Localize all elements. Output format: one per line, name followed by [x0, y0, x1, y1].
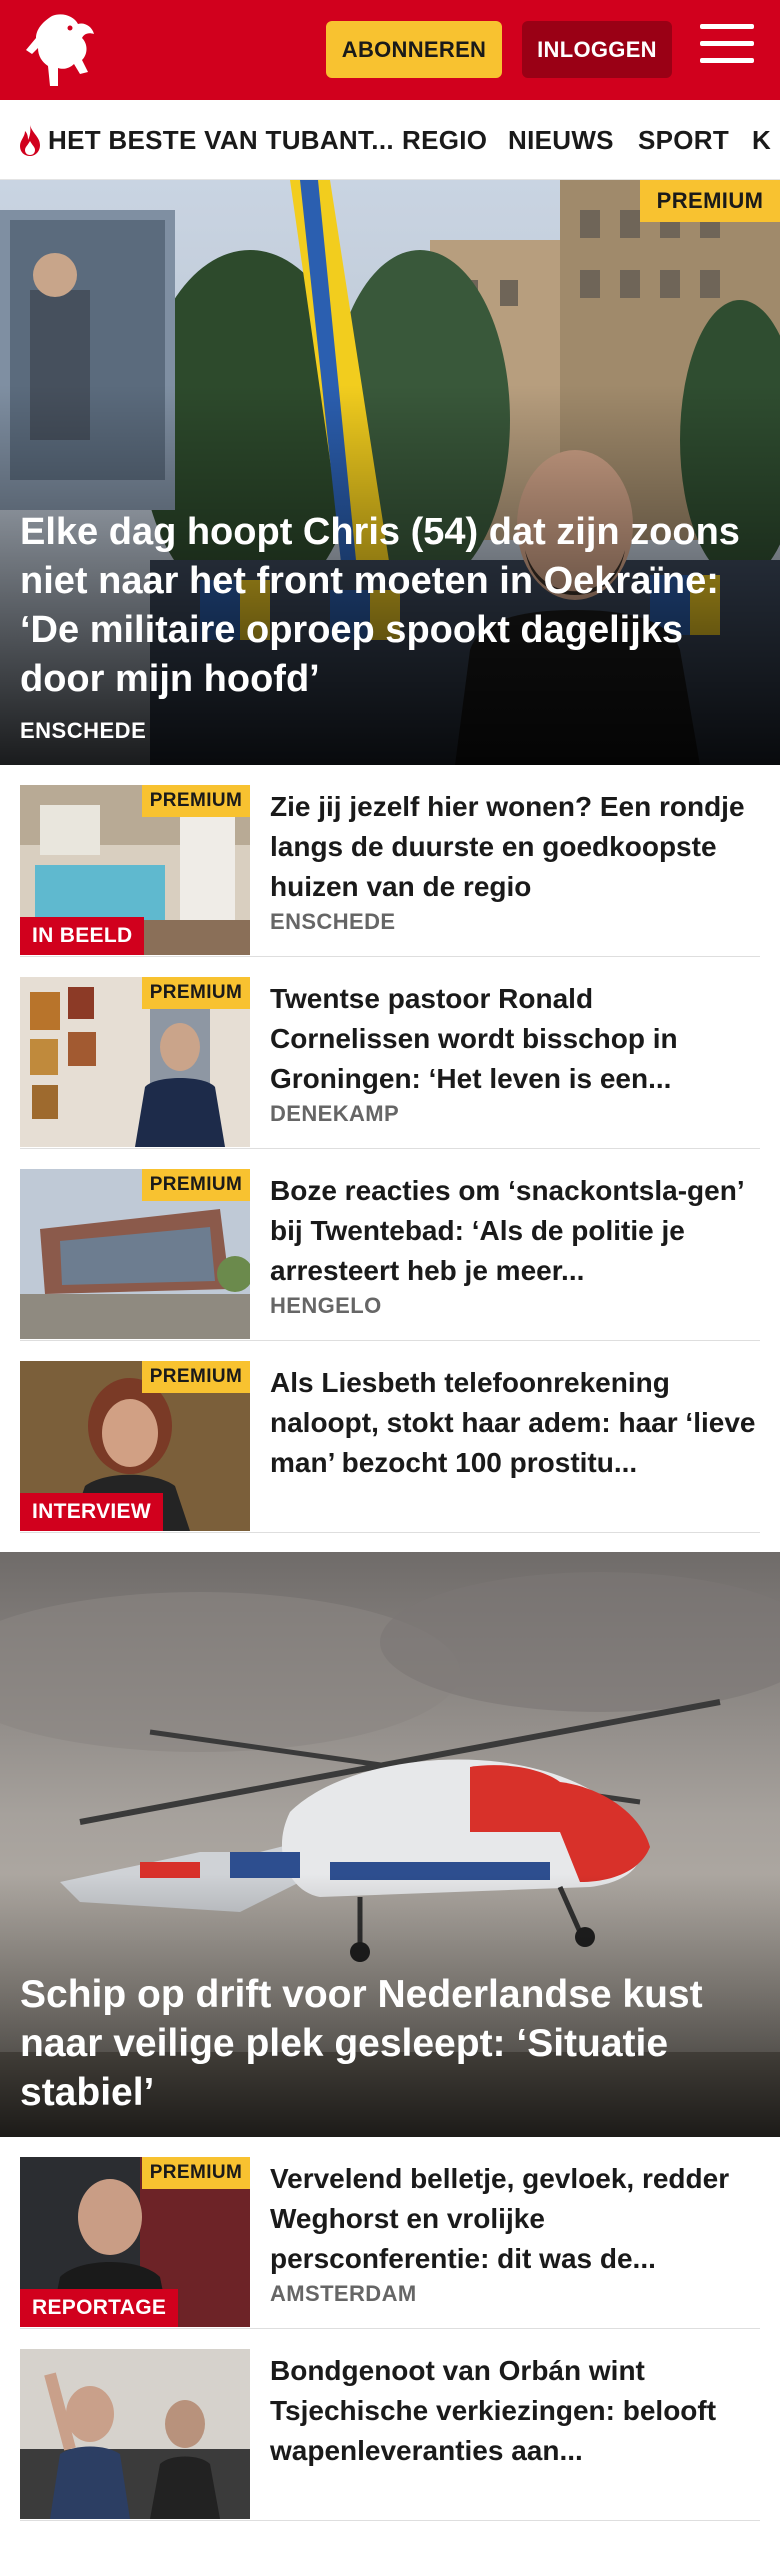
article-title[interactable]: Zie jij jezelf hier wonen? Een rondje la…: [270, 787, 760, 907]
premium-badge: PREMIUM: [142, 2157, 250, 2189]
top-bar: ABONNEREN INLOGGEN: [0, 0, 780, 100]
article-thumbnail: PREMIUM INTERVIEW: [20, 1361, 250, 1531]
article-location: HENGELO: [270, 1293, 382, 1318]
nav-label: K: [752, 124, 772, 155]
premium-badge: PREMIUM: [142, 785, 250, 817]
article-location: ENSCHEDE: [270, 909, 396, 934]
nav-label: REGIO: [402, 124, 488, 155]
featured-article[interactable]: Schip op drift voor Nederlandse kust naa…: [0, 1552, 780, 2137]
article-thumbnail: PREMIUM REPORTAGE: [20, 2157, 250, 2327]
interview-label: INTERVIEW: [20, 1493, 163, 1531]
article-title[interactable]: Bondgenoot van Orbán wint Tsjechische ve…: [270, 2351, 760, 2471]
premium-badge: PREMIUM: [640, 180, 780, 222]
nav-item-more[interactable]: K: [752, 100, 772, 179]
babis-election-image: [20, 2349, 250, 2519]
hero-article[interactable]: PREMIUM Elke dag hoopt Chris (54) dat zi…: [0, 180, 780, 765]
reportage-label: REPORTAGE: [20, 2289, 179, 2327]
article-title[interactable]: Als Liesbeth telefoonrekening naloopt, s…: [270, 1363, 760, 1483]
nav-item-regio[interactable]: REGIO: [402, 100, 488, 179]
subscribe-button[interactable]: ABONNEREN: [326, 21, 502, 78]
article-thumbnail: PREMIUM: [20, 977, 250, 1147]
article-thumbnail: PREMIUM IN BEELD: [20, 785, 250, 955]
article-thumbnail: PREMIUM: [20, 1169, 250, 1339]
premium-badge: PREMIUM: [142, 977, 250, 1009]
nav-item-sport[interactable]: SPORT: [638, 100, 730, 179]
list-item[interactable]: PREMIUM INTERVIEW Als Liesbeth telefoonr…: [20, 1341, 760, 1533]
nav-item-nieuws[interactable]: NIEUWS: [508, 100, 614, 179]
nav-item-best-of[interactable]: HET BESTE VAN TUBANT...: [16, 100, 394, 179]
article-location: DENEKAMP: [270, 1101, 400, 1126]
hero-title[interactable]: Elke dag hoopt Chris (54) dat zijn zoons…: [20, 508, 765, 704]
nav-label: HET BESTE VAN TUBANT...: [48, 124, 394, 155]
flame-icon: [20, 125, 40, 156]
tubantia-horse-logo[interactable]: [22, 10, 106, 92]
list-item[interactable]: PREMIUM IN BEELD Zie jij jezelf hier won…: [20, 765, 760, 957]
article-title[interactable]: Vervelend belletje, gevloek, redder Wegh…: [270, 2159, 760, 2279]
list-item[interactable]: PREMIUM Twentse pastoor Ronald Corneliss…: [20, 957, 760, 1149]
in-beeld-label: IN BEELD: [20, 917, 145, 955]
article-title[interactable]: Boze reacties om ‘snackontsla-gen’ bij T…: [270, 1171, 760, 1291]
list-item[interactable]: Bondgenoot van Orbán wint Tsjechische ve…: [20, 2329, 760, 2521]
list-item[interactable]: PREMIUM Boze reacties om ‘snackontsla-ge…: [20, 1149, 760, 1341]
article-thumbnail: [20, 2349, 250, 2519]
featured-title[interactable]: Schip op drift voor Nederlandse kust naa…: [20, 1970, 765, 2117]
list-item[interactable]: PREMIUM REPORTAGE Vervelend belletje, ge…: [20, 2137, 760, 2329]
section-nav: HET BESTE VAN TUBANT... REGIO NIEUWS SPO…: [0, 100, 780, 180]
hamburger-menu-icon[interactable]: [700, 24, 754, 72]
login-button[interactable]: INLOGGEN: [522, 21, 672, 78]
premium-badge: PREMIUM: [142, 1169, 250, 1201]
article-title[interactable]: Twentse pastoor Ronald Cornelissen wordt…: [270, 979, 760, 1099]
nav-label: SPORT: [638, 124, 730, 155]
article-location: AMSTERDAM: [270, 2281, 417, 2306]
nav-label: NIEUWS: [508, 124, 614, 155]
hero-location: ENSCHEDE: [20, 718, 147, 743]
premium-badge: PREMIUM: [142, 1361, 250, 1393]
